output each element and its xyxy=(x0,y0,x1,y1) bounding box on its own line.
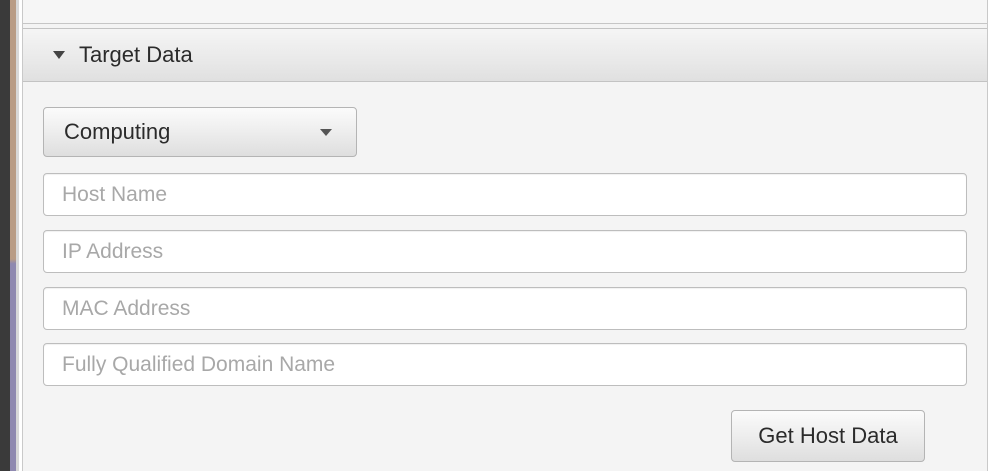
previous-panel-edge xyxy=(23,0,987,24)
panel-title: Target Data xyxy=(79,42,193,67)
panel-content: Computing Get Host Data xyxy=(23,82,987,471)
target-data-panel: Target Data Computing Get Host Data xyxy=(22,0,988,471)
app-window: Target Data Computing Get Host Data xyxy=(0,0,994,471)
chevron-down-icon xyxy=(320,128,332,136)
ip-address-field[interactable] xyxy=(43,230,967,273)
fqdn-field[interactable] xyxy=(43,343,967,386)
type-select[interactable]: Computing xyxy=(43,107,357,157)
triangle-down-icon xyxy=(53,51,65,59)
host-name-field[interactable] xyxy=(43,173,967,216)
mac-address-field[interactable] xyxy=(43,287,967,330)
get-host-data-button[interactable]: Get Host Data xyxy=(731,410,925,462)
window-frame-inner xyxy=(16,0,19,471)
target-data-header[interactable]: Target Data xyxy=(23,28,987,82)
type-select-value: Computing xyxy=(64,119,171,144)
window-frame-edge xyxy=(0,0,10,471)
